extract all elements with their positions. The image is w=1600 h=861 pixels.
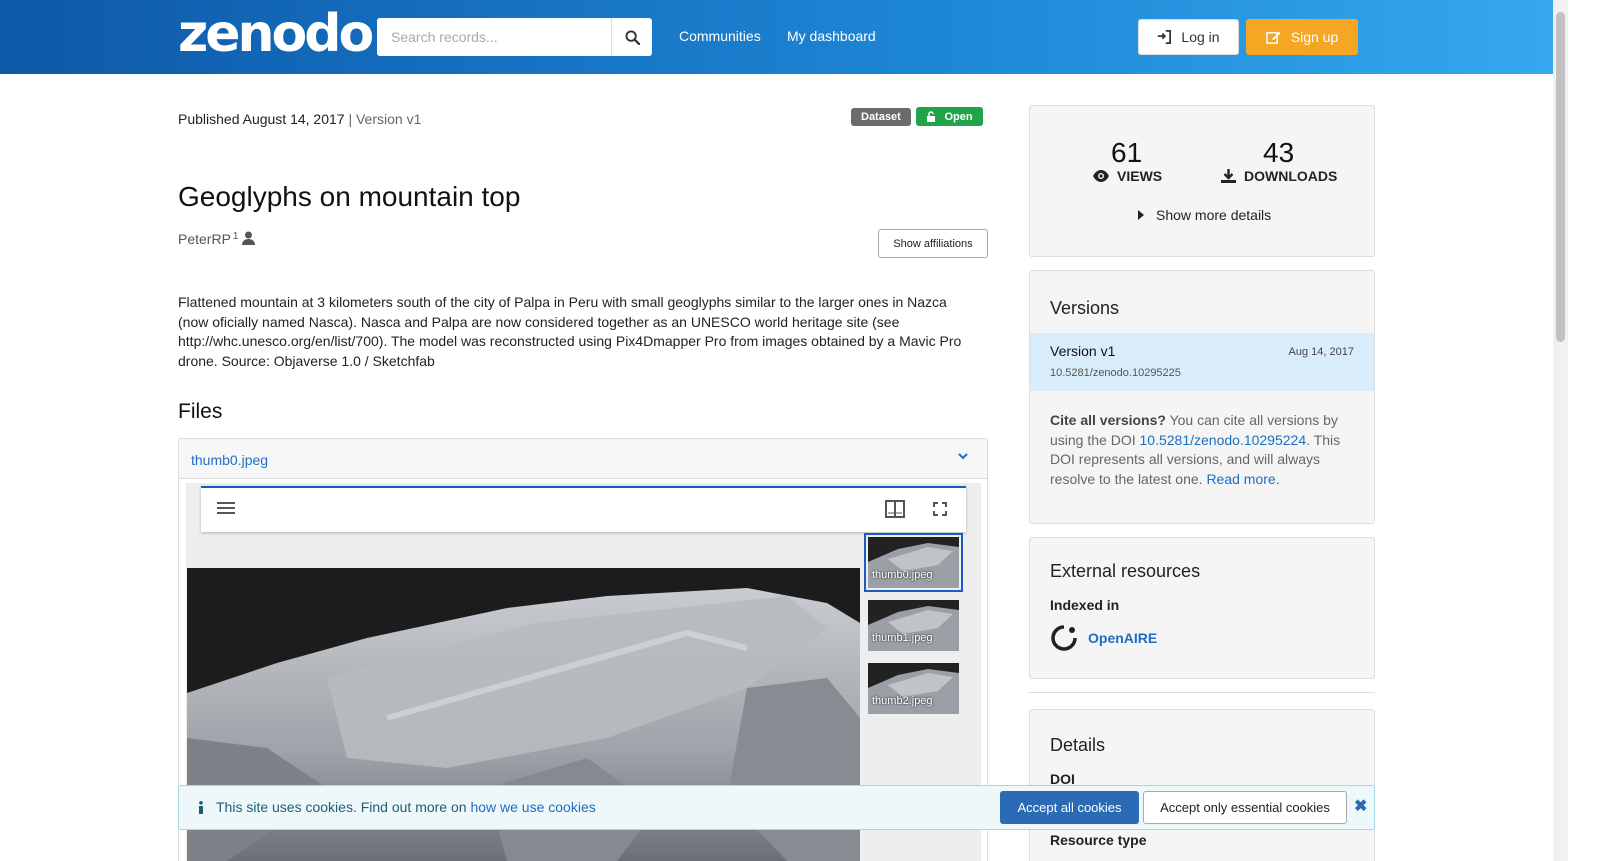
zenodo-logo[interactable]: zenodo	[178, 6, 374, 62]
viewer-toolbar	[201, 486, 966, 532]
edit-icon	[1265, 31, 1281, 44]
views-label: VIEWS	[1117, 168, 1163, 184]
signup-button[interactable]: Sign up	[1246, 19, 1358, 55]
info-icon	[199, 800, 203, 814]
nav-my-dashboard[interactable]: My dashboard	[787, 28, 876, 44]
affiliation-index: 1	[232, 231, 239, 242]
sign-in-icon	[1158, 30, 1172, 44]
search-input[interactable]	[377, 18, 611, 56]
views-count: 61	[1111, 137, 1143, 168]
versions-heading: Versions	[1050, 298, 1120, 318]
cite-all-versions: Cite all versions? You can cite all vers…	[1050, 411, 1360, 489]
thumbnail-label: thumb2.jpeg	[872, 695, 933, 707]
thumbnail-item[interactable]: thumb2.jpeg	[868, 663, 959, 714]
record-description: Flattened mountain at 3 kilometers south…	[178, 294, 962, 369]
thumbnail-label: thumb1.jpeg	[872, 632, 933, 644]
accept-all-cookies-button[interactable]: Accept all cookies	[1000, 791, 1139, 824]
version-date: Aug 14, 2017	[1288, 346, 1354, 358]
login-button[interactable]: Log in	[1138, 19, 1239, 55]
signup-label: Sign up	[1290, 29, 1339, 45]
cookie-banner: This site uses cookies. Find out more on…	[178, 785, 1375, 830]
creator-name[interactable]: PeterRP	[178, 231, 231, 247]
nav-communities[interactable]: Communities	[679, 28, 761, 44]
file-accordion[interactable]: thumb0.jpeg	[178, 438, 988, 479]
openaire-logo-icon	[1051, 625, 1077, 651]
person-icon	[242, 231, 256, 245]
details-heading: Details	[1050, 735, 1106, 755]
version-name: Version v1	[1050, 343, 1116, 359]
show-more-details-toggle[interactable]: Show more details	[1138, 207, 1271, 223]
downloads-label-row: DOWNLOADS	[1221, 168, 1337, 184]
record-title: Geoglyphs on mountain top	[178, 181, 521, 212]
sidebar-divider	[1029, 692, 1375, 693]
show-more-details-label: Show more details	[1156, 207, 1272, 223]
fullscreen-icon[interactable]	[933, 502, 947, 519]
show-affiliations-button[interactable]: Show affiliations	[878, 229, 988, 258]
creator: PeterRP 1	[178, 231, 256, 247]
stats-card: 61 VIEWS 43 DOWNLOADS Show more details	[1029, 105, 1375, 257]
indexed-in-label: Indexed in	[1050, 597, 1120, 613]
resource-type-label: Resource type	[1050, 832, 1147, 848]
search-button[interactable]	[611, 18, 652, 56]
cite-all-label: Cite all versions?	[1050, 412, 1166, 428]
unlock-icon	[927, 111, 936, 122]
book-view-icon[interactable]	[885, 500, 905, 521]
top-navbar: zenodo Communities My dashboard Log in S…	[0, 0, 1568, 74]
search-box	[377, 18, 652, 56]
access-badge: Open	[916, 107, 983, 126]
cookie-message: This site uses cookies. Find out more on…	[198, 799, 596, 815]
accept-essential-cookies-button[interactable]: Accept only essential cookies	[1143, 791, 1347, 824]
cookie-policy-link[interactable]: how we use cookies	[470, 799, 595, 815]
publication-info: Published August 14, 2017 | Version v1	[178, 111, 421, 127]
thumbnail-item[interactable]: thumb1.jpeg	[868, 600, 959, 651]
version-label: | Version v1	[348, 111, 422, 127]
chevron-down-icon[interactable]	[957, 449, 969, 465]
menu-icon[interactable]	[217, 501, 235, 518]
downloads-label: DOWNLOADS	[1244, 168, 1338, 184]
downloads-count: 43	[1263, 137, 1295, 168]
external-resources-card: External resources Indexed in OpenAIRE	[1029, 537, 1375, 679]
thumbnail-item[interactable]: thumb0.jpeg	[864, 533, 963, 592]
read-more-link[interactable]: Read more.	[1206, 471, 1279, 487]
published-date: Published August 14, 2017	[178, 111, 345, 127]
page-scrollbar[interactable]	[1553, 0, 1568, 861]
download-icon	[1221, 169, 1236, 183]
openaire-link[interactable]: OpenAIRE	[1050, 624, 1157, 652]
scrollbar-thumb[interactable]	[1556, 12, 1565, 342]
search-icon	[624, 29, 640, 45]
access-label: Open	[944, 110, 973, 123]
version-doi: 10.5281/zenodo.10295225	[1050, 367, 1181, 379]
views-label-row: VIEWS	[1093, 168, 1162, 184]
resource-type-badge: Dataset	[851, 108, 911, 126]
eye-icon	[1093, 170, 1109, 182]
versions-card: Versions Version v1 Aug 14, 2017 10.5281…	[1029, 270, 1375, 524]
close-icon[interactable]: ✖	[1354, 796, 1367, 816]
cookie-text: This site uses cookies. Find out more on	[216, 799, 471, 815]
external-resources-heading: External resources	[1050, 561, 1201, 581]
file-name-link[interactable]: thumb0.jpeg	[191, 452, 268, 468]
version-item[interactable]: Version v1 Aug 14, 2017 10.5281/zenodo.1…	[1030, 333, 1374, 391]
openaire-label: OpenAIRE	[1088, 630, 1158, 646]
login-label: Log in	[1181, 29, 1220, 45]
caret-right-icon	[1138, 210, 1144, 220]
thumbnail-label: thumb0.jpeg	[872, 569, 933, 581]
concept-doi-link[interactable]: 10.5281/zenodo.10295224	[1140, 432, 1307, 448]
files-heading: Files	[178, 400, 223, 423]
